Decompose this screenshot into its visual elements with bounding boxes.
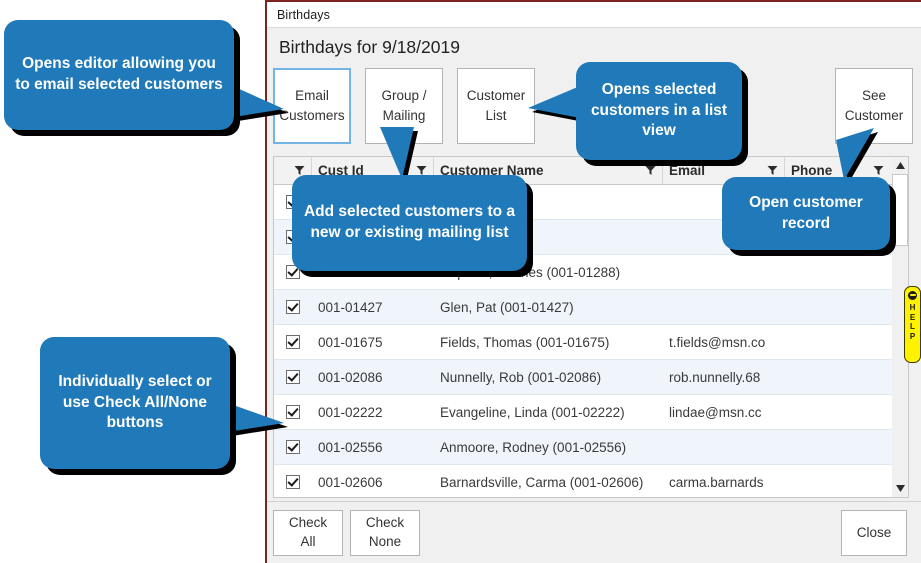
cell-email: t.fields@msn.co	[663, 325, 785, 359]
callout-email-text: Opens editor allowing you to email selec…	[14, 54, 224, 95]
help-tab[interactable]: HELP	[904, 286, 921, 363]
callout-tail-email	[228, 84, 284, 118]
row-checkbox[interactable]	[286, 440, 300, 454]
callout-checkbox-selection: Individually select or use Check All/Non…	[40, 337, 230, 469]
cell-phone	[785, 325, 890, 359]
row-checkbox-cell[interactable]	[274, 430, 312, 464]
callout-group-mailing: Add selected customers to a new or exist…	[292, 175, 527, 271]
cell-customer-name: Barnardsville, Carma (001-02606)	[434, 465, 663, 497]
callout-customer-list: Opens selected customers in a list view	[576, 62, 742, 160]
table-row[interactable]: 001-02086Nunnelly, Rob (001-02086)rob.nu…	[274, 360, 908, 395]
cell-phone	[785, 360, 890, 394]
window-title-bar: Birthdays	[267, 2, 921, 28]
help-tab-label: HELP	[910, 303, 916, 341]
scrollbar-thumb[interactable]	[892, 174, 908, 246]
callout-tail-individual	[222, 401, 284, 433]
check-all-button[interactable]: CheckAll	[273, 510, 343, 556]
cell-phone	[785, 465, 890, 497]
filter-funnel-icon[interactable]	[873, 165, 884, 176]
callout-mailing-text: Add selected customers to a new or exist…	[302, 202, 517, 243]
cell-cust-id: 001-02222	[312, 395, 434, 429]
footer-bar: CheckAll CheckNone Close	[267, 501, 921, 563]
table-row[interactable]: 001-02606Barnardsville, Carma (001-02606…	[274, 465, 908, 497]
email-customers-label: EmailCustomers	[279, 86, 344, 125]
row-checkbox[interactable]	[286, 405, 300, 419]
callout-record-text: Open customer record	[732, 193, 880, 234]
row-checkbox-cell[interactable]	[274, 465, 312, 497]
callout-listview-text: Opens selected customers in a list view	[586, 80, 732, 142]
scroll-up-arrow-icon[interactable]	[892, 157, 908, 174]
row-checkbox-cell[interactable]	[274, 325, 312, 359]
page-title: Birthdays for 9/18/2019	[267, 28, 921, 66]
customer-list-label: CustomerList	[467, 86, 526, 125]
customer-list-button[interactable]: CustomerList	[457, 68, 535, 144]
cell-cust-id: 001-01427	[312, 290, 434, 324]
help-circle-icon	[908, 291, 917, 300]
cell-email: lindae@msn.cc	[663, 395, 785, 429]
email-customers-button[interactable]: EmailCustomers	[273, 68, 351, 144]
cell-email	[663, 430, 785, 464]
check-none-button[interactable]: CheckNone	[350, 510, 420, 556]
callout-tail-listview	[528, 86, 580, 118]
cell-customer-name: Anmoore, Rodney (001-02556)	[434, 430, 663, 464]
cell-email: rob.nunnelly.68	[663, 360, 785, 394]
row-checkbox[interactable]	[286, 370, 300, 384]
close-button[interactable]: Close	[841, 510, 907, 556]
table-row[interactable]: 001-01427Glen, Pat (001-01427)	[274, 290, 908, 325]
callout-tail-mailing	[380, 127, 414, 179]
cell-cust-id: 001-01675	[312, 325, 434, 359]
cell-email	[663, 255, 785, 289]
callout-see-customer: Open customer record	[722, 177, 890, 250]
group-mailing-label: Group /Mailing	[381, 86, 426, 125]
cell-customer-name: Nunnelly, Rob (001-02086)	[434, 360, 663, 394]
callout-individual-text: Individually select or use Check All/Non…	[50, 372, 220, 434]
cell-email: carma.barnards	[663, 465, 785, 497]
table-row[interactable]: 001-02222Evangeline, Linda (001-02222)li…	[274, 395, 908, 430]
callout-tail-record	[826, 128, 874, 180]
filter-funnel-icon[interactable]	[767, 165, 778, 176]
close-label: Close	[857, 524, 892, 543]
cell-customer-name: Evangeline, Linda (001-02222)	[434, 395, 663, 429]
row-checkbox-cell[interactable]	[274, 290, 312, 324]
cell-cust-id: 001-02086	[312, 360, 434, 394]
cell-customer-name: Fields, Thomas (001-01675)	[434, 325, 663, 359]
check-all-label: CheckAll	[289, 514, 327, 552]
cell-customer-name: Glen, Pat (001-01427)	[434, 290, 663, 324]
row-checkbox[interactable]	[286, 475, 300, 489]
cell-cust-id: 001-02556	[312, 430, 434, 464]
window-title: Birthdays	[277, 8, 330, 22]
cell-email	[663, 290, 785, 324]
filter-funnel-icon[interactable]	[645, 165, 656, 176]
table-row[interactable]: 001-02556Anmoore, Rodney (001-02556)	[274, 430, 908, 465]
check-none-label: CheckNone	[366, 514, 404, 552]
row-checkbox[interactable]	[286, 335, 300, 349]
cell-cust-id: 001-02606	[312, 465, 434, 497]
grid-header-email-label: Email	[669, 163, 763, 178]
cell-phone	[785, 395, 890, 429]
table-row[interactable]: 001-01675Fields, Thomas (001-01675)t.fie…	[274, 325, 908, 360]
cell-phone	[785, 255, 890, 289]
callout-email-customers: Opens editor allowing you to email selec…	[4, 20, 234, 130]
row-checkbox[interactable]	[286, 300, 300, 314]
cell-phone	[785, 430, 890, 464]
scroll-down-arrow-icon[interactable]	[892, 480, 908, 497]
see-customer-label: SeeCustomer	[845, 86, 904, 125]
row-checkbox-cell[interactable]	[274, 360, 312, 394]
cell-phone	[785, 290, 890, 324]
